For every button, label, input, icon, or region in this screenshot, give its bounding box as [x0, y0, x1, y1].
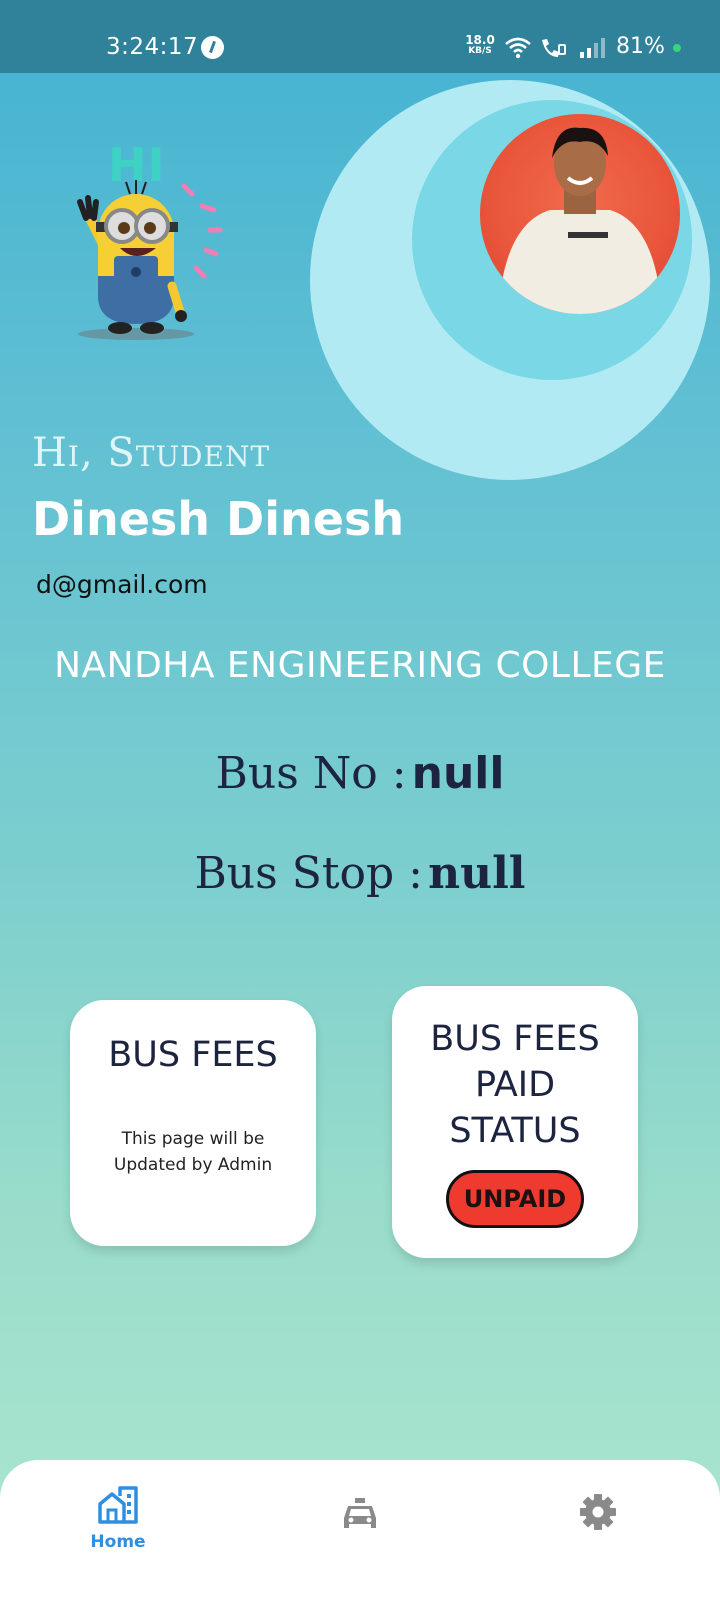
bus-number-value: null [411, 748, 505, 799]
nav-home-label: Home [90, 1532, 146, 1552]
bus-number-row: Bus No : null [0, 748, 720, 799]
network-speed-value: 18.0 [465, 33, 495, 47]
nav-bus-tab[interactable] [320, 1486, 400, 1538]
profile-avatar[interactable] [480, 114, 680, 314]
status-title-line1: BUS FEES [430, 1019, 600, 1059]
gear-icon [580, 1494, 616, 1530]
network-speed-unit: KB/S [468, 46, 492, 56]
bus-fees-card[interactable]: BUS FEES This page will be Updated by Ad… [70, 1000, 316, 1246]
battery-percentage: 81% [616, 34, 665, 59]
bus-stop-label: Bus Stop : [194, 848, 423, 899]
signal-icon [580, 38, 605, 58]
status-title-line3: STATUS [449, 1111, 581, 1151]
fees-paid-status-card[interactable]: BUS FEES PAID STATUS UNPAID [392, 986, 638, 1258]
student-email: d@gmail.com [36, 570, 208, 599]
greeting-text: Hi, Student [32, 430, 271, 476]
bus-stop-value: null [428, 848, 526, 899]
privacy-indicator [673, 44, 681, 52]
payment-status-badge: UNPAID [446, 1170, 584, 1228]
fees-status-card-title: BUS FEES PAID STATUS [392, 1016, 638, 1154]
bus-fees-card-note: This page will be Updated by Admin [70, 1126, 316, 1178]
bus-stop-row: Bus Stop : null [0, 848, 720, 899]
status-time: 3:24:17 [106, 34, 199, 60]
wifi-icon [505, 37, 531, 59]
car-icon [344, 1498, 376, 1528]
bottom-navigation: Home [0, 1460, 720, 1600]
nav-home-tab[interactable]: Home [78, 1486, 158, 1552]
home-icon [98, 1486, 138, 1524]
wifi-call-icon [542, 39, 566, 57]
bus-fees-card-title: BUS FEES [108, 1035, 278, 1075]
nav-settings-tab[interactable] [558, 1486, 638, 1536]
network-speed: 18.0 KB/S [462, 34, 498, 56]
notification-icon [201, 36, 224, 59]
minion-illustration [77, 180, 223, 340]
bus-number-label: Bus No : [215, 748, 407, 799]
status-title-line2: PAID [474, 1065, 556, 1105]
status-bar: 3:24:17 18.0 KB/S 81% [0, 0, 720, 73]
avatar-person-illustration [498, 127, 662, 314]
bus-fees-note-line1: This page will be [121, 1129, 265, 1149]
college-name: NANDHA ENGINEERING COLLEGE [54, 645, 666, 686]
bus-fees-note-line2: Updated by Admin [113, 1155, 273, 1175]
student-name: Dinesh Dinesh [32, 492, 405, 546]
